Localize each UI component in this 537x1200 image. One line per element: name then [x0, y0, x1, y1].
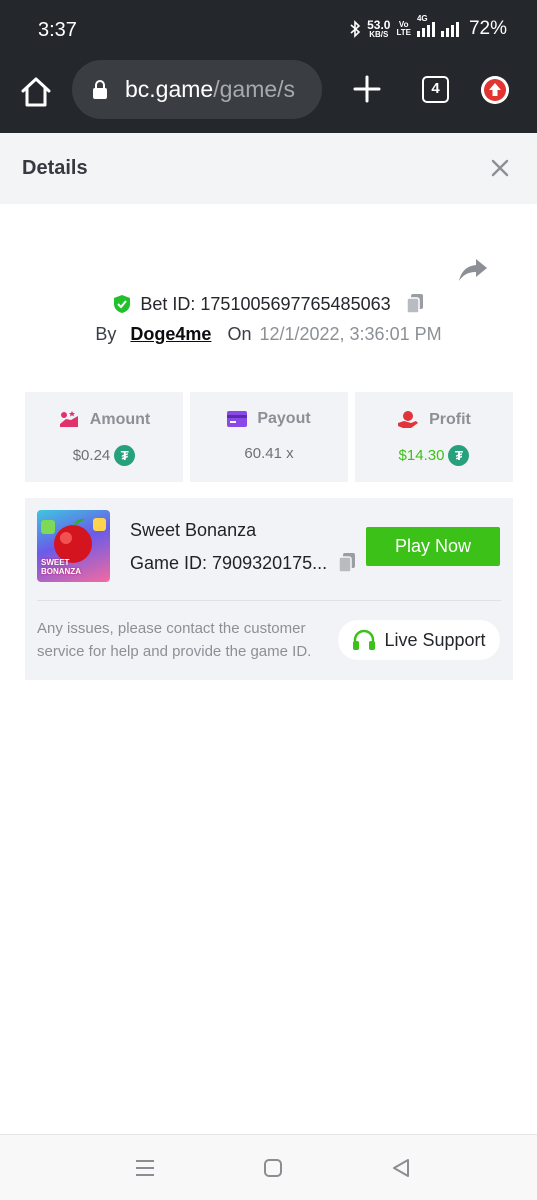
game-id-label: Game ID: [130, 552, 208, 573]
verified-shield-icon [114, 295, 131, 313]
profit-value: $14.30 [398, 447, 445, 464]
tether-icon: ₮ [448, 445, 470, 466]
status-time: 3:37 [38, 19, 77, 41]
live-support-button[interactable]: Live Support [338, 620, 500, 660]
url-path: /game/s [213, 76, 296, 102]
amount-label: Amount [89, 411, 151, 428]
profit-label: Profit [429, 411, 471, 428]
stat-value-payout: 60.41 x [190, 445, 348, 462]
support-notice: Any issues, please contact the customer … [37, 620, 312, 660]
battery-level: 72% [468, 18, 507, 39]
bet-id-row: Bet ID: 1751005697765485063 [0, 292, 537, 316]
game-id-row: Game ID: 7909320175... [130, 552, 357, 574]
signal-bars-icon [416, 21, 435, 37]
home-icon[interactable] [18, 74, 54, 110]
details-title: Details [22, 157, 88, 179]
tether-icon: ₮ [114, 445, 136, 466]
game-id-value: 7909320175... [212, 552, 328, 573]
close-icon[interactable] [489, 157, 511, 179]
signal-bars-2-icon [440, 21, 459, 37]
game-thumb-line2: BONANZA [41, 567, 81, 576]
stat-head-payout: Payout [190, 410, 348, 428]
game-id-text: Game ID: 7909320175... [130, 553, 327, 574]
new-tab-icon[interactable] [352, 74, 382, 104]
bet-id-label: Bet ID: [140, 293, 196, 314]
net-speed-unit: KB/S [369, 30, 389, 39]
on-label: On [227, 324, 252, 344]
url-text: bc.game/game/s [125, 76, 295, 103]
browser-toolbar: bc.game/game/s 4 [0, 60, 537, 133]
bet-meta-row: By Doge4me On 12/1/2022, 3:36:01 PM [0, 324, 537, 345]
game-thumb-line1: SWEET [41, 558, 70, 567]
status-bar: 3:37 53.0 KB/S Vo LTE 4G 72% [0, 0, 537, 60]
volte-bottom: LTE [396, 28, 411, 37]
address-bar[interactable]: bc.game/game/s [72, 60, 322, 119]
payout-value: 60.41 x [244, 445, 294, 462]
home-square-icon[interactable] [262, 1157, 284, 1179]
game-name[interactable]: Sweet Bonanza [130, 520, 256, 541]
tab-switcher-button[interactable]: 4 [422, 76, 449, 103]
game-card: SWEET BONANZA Sweet Bonanza Game ID: 790… [25, 498, 513, 680]
stat-card-profit: Profit $14.30 ₮ [355, 392, 513, 482]
menu-icon[interactable] [134, 1157, 156, 1179]
stat-card-amount: Amount $0.24 ₮ [25, 392, 183, 482]
amount-value: $0.24 [72, 447, 111, 464]
stat-card-payout: Payout 60.41 x [190, 392, 348, 482]
game-thumbnail[interactable]: SWEET BONANZA [37, 510, 110, 582]
share-icon[interactable] [458, 257, 488, 283]
divider [37, 600, 501, 601]
update-icon[interactable] [481, 76, 509, 104]
bet-user-link[interactable]: Doge4me [130, 324, 211, 345]
details-header: Details [0, 133, 537, 204]
url-host: bc.game [125, 76, 214, 102]
system-nav-bar [0, 1134, 537, 1200]
payout-card-icon [227, 411, 248, 427]
net-speed: 53.0 KB/S [367, 19, 390, 39]
lock-icon [93, 80, 107, 99]
stat-value-profit: $14.30 ₮ [355, 445, 513, 466]
live-support-label: Live Support [384, 629, 486, 650]
by-label: By [95, 324, 117, 344]
bet-datetime: 12/1/2022, 3:36:01 PM [259, 324, 442, 344]
amount-icon [59, 411, 78, 427]
stat-head-amount: Amount [25, 410, 183, 430]
profit-hand-icon [398, 411, 419, 428]
network-type: 4G [416, 14, 428, 23]
play-now-button[interactable]: Play Now [366, 527, 500, 566]
back-icon[interactable] [390, 1157, 412, 1179]
signal-4g: 4G [416, 14, 435, 37]
game-thumb-title: SWEET BONANZA [41, 558, 81, 576]
copy-game-id-icon[interactable] [337, 552, 357, 574]
bet-id-value: 1751005697765485063 [200, 293, 391, 314]
volte-indicator: Vo LTE [396, 21, 411, 37]
stat-head-profit: Profit [355, 410, 513, 430]
status-icons: 53.0 KB/S Vo LTE 4G 72% [349, 14, 507, 40]
payout-label: Payout [257, 410, 311, 427]
headset-icon [353, 629, 376, 650]
copy-bet-id-icon[interactable] [405, 293, 425, 315]
bluetooth-icon [350, 20, 361, 38]
stat-value-amount: $0.24 ₮ [25, 445, 183, 466]
